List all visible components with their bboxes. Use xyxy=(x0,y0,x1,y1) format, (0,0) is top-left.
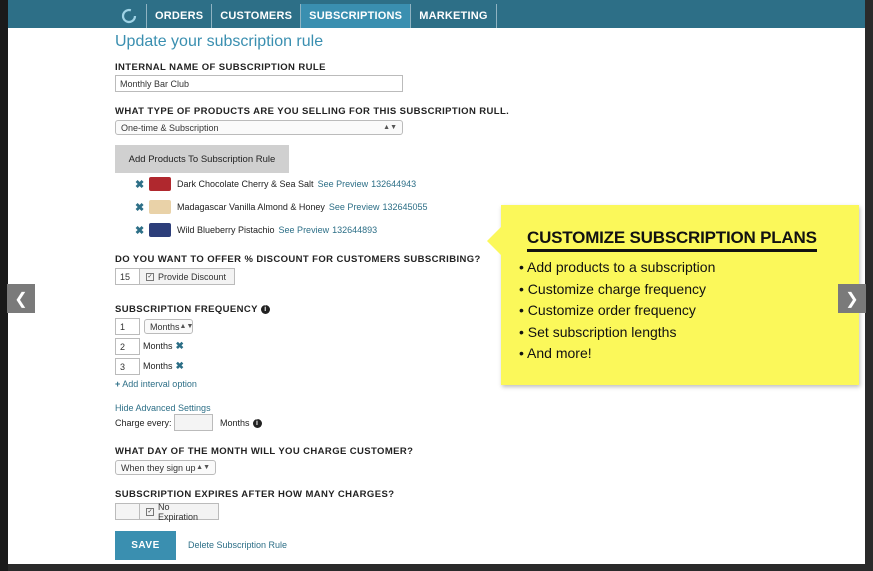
remove-product-icon[interactable]: ✖ xyxy=(135,178,149,191)
previous-slide-button[interactable]: ❮ xyxy=(7,284,35,313)
product-name: Dark Chocolate Cherry & Sea Salt xyxy=(177,179,314,189)
no-expiration-checkbox[interactable]: ✓ No Expiration xyxy=(139,501,219,522)
expires-label: SUBSCRIPTION EXPIRES AFTER HOW MANY CHAR… xyxy=(115,489,395,500)
charge-every-label: Charge every: xyxy=(115,418,172,428)
remove-interval-icon[interactable]: ✖ xyxy=(176,341,184,352)
callout-bullet-text: Set subscription lengths xyxy=(527,323,677,340)
chevron-right-icon: ❯ xyxy=(845,290,859,308)
remove-interval-icon[interactable]: ✖ xyxy=(176,361,184,372)
checkbox-icon: ✓ xyxy=(146,272,154,281)
see-preview-link[interactable]: See Preview xyxy=(329,202,380,212)
product-type-value: One-time & Subscription xyxy=(121,122,219,133)
add-interval-text: Add interval option xyxy=(122,379,197,389)
info-icon[interactable]: i xyxy=(252,419,262,429)
frequency-input-2[interactable]: 2 xyxy=(115,338,140,355)
product-id[interactable]: 132645055 xyxy=(382,202,427,212)
nav-marketing[interactable]: MARKETING xyxy=(410,4,497,28)
callout-bullet-text: And more! xyxy=(527,345,592,361)
select-arrows-icon: ▲▼ xyxy=(196,464,210,471)
callout-bullets: • Add products to a subscription • Custo… xyxy=(519,259,715,367)
product-name: Madagascar Vanilla Almond & Honey xyxy=(177,202,325,212)
frequency-unit-text: Months xyxy=(143,341,173,351)
product-id[interactable]: 132644893 xyxy=(332,225,377,235)
page-title: Update your subscription rule xyxy=(115,33,324,50)
frequency-label-text: SUBSCRIPTION FREQUENCY xyxy=(115,304,258,315)
nav-customers[interactable]: CUSTOMERS xyxy=(211,4,300,28)
charge-every-unit-text: Months xyxy=(220,418,250,428)
callout-bullet: • Add products to a subscription xyxy=(519,259,716,275)
callout-bullet: • And more! xyxy=(519,345,592,361)
checkbox-icon: ✓ xyxy=(146,507,154,516)
frequency-input-3[interactable]: 3 xyxy=(115,358,140,375)
callout-bullet-text: Customize charge frequency xyxy=(527,280,706,297)
main-nav: ORDERS CUSTOMERS SUBSCRIPTIONS MARKETING xyxy=(112,4,497,28)
product-row: ✖ Madagascar Vanilla Almond & Honey See … xyxy=(135,198,428,216)
product-name: Wild Blueberry Pistachio xyxy=(177,225,275,235)
see-preview-link[interactable]: See Preview xyxy=(279,225,330,235)
product-row: ✖ Wild Blueberry Pistachio See Preview 1… xyxy=(135,221,377,239)
expires-input[interactable] xyxy=(115,503,140,520)
provide-discount-checkbox[interactable]: ✓ Provide Discount xyxy=(139,268,235,285)
internal-name-label: INTERNAL NAME OF SUBSCRIPTION RULE xyxy=(115,62,326,73)
callout-bullet-text: Customize order frequency xyxy=(527,302,696,318)
select-arrows-icon: ▲▼ xyxy=(179,323,194,330)
product-id[interactable]: 132644943 xyxy=(371,179,416,189)
feature-callout: CUSTOMIZE SUBSCRIPTION PLANS • Add produ… xyxy=(487,205,859,385)
charge-day-value: When they sign up xyxy=(121,462,196,473)
top-navbar: ORDERS CUSTOMERS SUBSCRIPTIONS MARKETING xyxy=(8,0,865,28)
nav-subscriptions[interactable]: SUBSCRIPTIONS xyxy=(300,4,411,28)
remove-product-icon[interactable]: ✖ xyxy=(135,201,149,214)
discount-label: DO YOU WANT TO OFFER % DISCOUNT FOR CUST… xyxy=(115,254,481,265)
provide-discount-label: Provide Discount xyxy=(158,271,227,282)
callout-bullet: • Customize order frequency xyxy=(519,302,696,318)
frequency-unit-text: Months xyxy=(143,361,173,371)
hide-advanced-link[interactable]: Hide Advanced Settings xyxy=(115,403,211,413)
frequency-unit-2: Months ✖ xyxy=(143,341,184,352)
product-thumbnail xyxy=(149,177,171,191)
remove-product-icon[interactable]: ✖ xyxy=(135,224,149,237)
charge-day-label: WHAT DAY OF THE MONTH WILL YOU CHARGE CU… xyxy=(115,446,414,457)
frequency-unit-select[interactable]: Months ▲▼ xyxy=(144,319,193,334)
product-type-select[interactable]: One-time & Subscription ▲▼ xyxy=(115,120,403,135)
add-products-button[interactable]: Add Products To Subscription Rule xyxy=(115,145,289,173)
logo-icon[interactable] xyxy=(112,4,146,28)
see-preview-link[interactable]: See Preview xyxy=(318,179,369,189)
add-interval-link[interactable]: + Add interval option xyxy=(115,379,197,389)
charge-every-unit: Months i xyxy=(220,418,262,429)
info-icon[interactable]: i xyxy=(260,304,270,314)
delete-rule-link[interactable]: Delete Subscription Rule xyxy=(188,540,287,550)
modal-window: ORDERS CUSTOMERS SUBSCRIPTIONS MARKETING… xyxy=(8,0,865,564)
frequency-unit-3: Months ✖ xyxy=(143,361,184,372)
frequency-label: SUBSCRIPTION FREQUENCY i xyxy=(115,304,270,315)
frequency-unit-value: Months xyxy=(150,321,180,332)
product-thumbnail xyxy=(149,223,171,237)
chevron-left-icon: ❮ xyxy=(14,290,28,308)
save-button[interactable]: SAVE xyxy=(115,531,176,560)
callout-bullet: • Customize charge frequency xyxy=(519,280,706,297)
charge-every-input[interactable] xyxy=(174,414,213,431)
product-row: ✖ Dark Chocolate Cherry & Sea Salt See P… xyxy=(135,175,416,193)
nav-orders[interactable]: ORDERS xyxy=(146,4,211,28)
product-thumbnail xyxy=(149,200,171,214)
callout-title: CUSTOMIZE SUBSCRIPTION PLANS xyxy=(527,228,817,252)
callout-bullet: • Set subscription lengths xyxy=(519,323,677,340)
discount-input[interactable]: 15 xyxy=(115,268,140,285)
frequency-input-1[interactable]: 1 xyxy=(115,318,140,335)
product-type-label: WHAT TYPE OF PRODUCTS ARE YOU SELLING FO… xyxy=(115,106,510,117)
callout-bullet-text: Add products to a subscription xyxy=(527,259,716,275)
next-slide-button[interactable]: ❯ xyxy=(838,284,866,313)
no-expiration-label: No Expiration xyxy=(158,501,199,522)
select-arrows-icon: ▲▼ xyxy=(383,124,397,131)
internal-name-input[interactable]: Monthly Bar Club xyxy=(115,75,403,92)
plus-icon: + xyxy=(115,379,121,389)
charge-day-select[interactable]: When they sign up ▲▼ xyxy=(115,460,216,475)
